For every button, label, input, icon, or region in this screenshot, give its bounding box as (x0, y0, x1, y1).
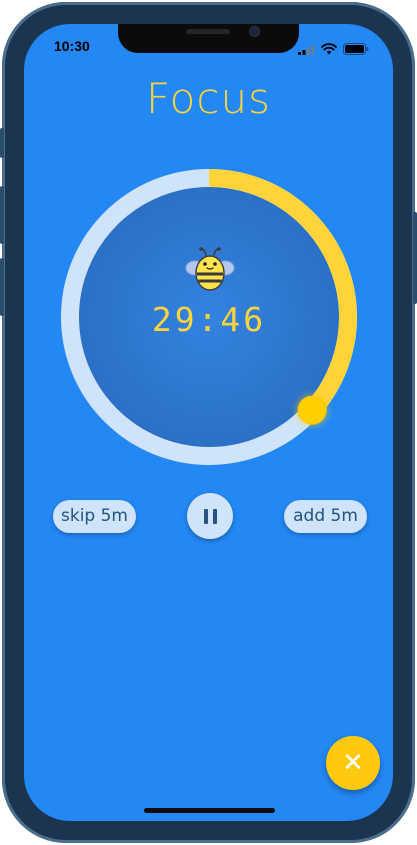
add-5m-button[interactable]: add 5m (284, 500, 367, 533)
notch (118, 24, 299, 53)
add-5m-label: add 5m (293, 506, 358, 526)
bee-icon (184, 246, 236, 294)
timer-dial: 29:46 (60, 168, 358, 466)
page-title: Focus (146, 74, 271, 123)
volume-down-button (0, 258, 4, 316)
close-icon: ✕ (342, 748, 364, 778)
speaker-grille (186, 29, 230, 34)
power-button (413, 212, 417, 304)
front-camera (250, 27, 259, 36)
progress-handle[interactable] (297, 395, 327, 425)
skip-5m-button[interactable]: skip 5m (53, 500, 136, 533)
battery-icon (343, 40, 369, 59)
home-indicator[interactable] (144, 808, 275, 813)
signal-icon (298, 40, 315, 59)
status-icons (298, 40, 369, 59)
silent-switch (0, 128, 4, 158)
app-screen: 10:30 Focus 29:46 skip 5m add 5m ✕ (24, 24, 393, 821)
pause-button[interactable] (187, 493, 233, 539)
status-time: 10:30 (54, 38, 90, 54)
volume-up-button (0, 186, 4, 244)
pause-icon (203, 508, 217, 524)
skip-5m-label: skip 5m (61, 506, 128, 526)
close-button[interactable]: ✕ (326, 736, 380, 790)
time-remaining: 29:46 (151, 300, 267, 339)
wifi-icon (321, 40, 337, 59)
